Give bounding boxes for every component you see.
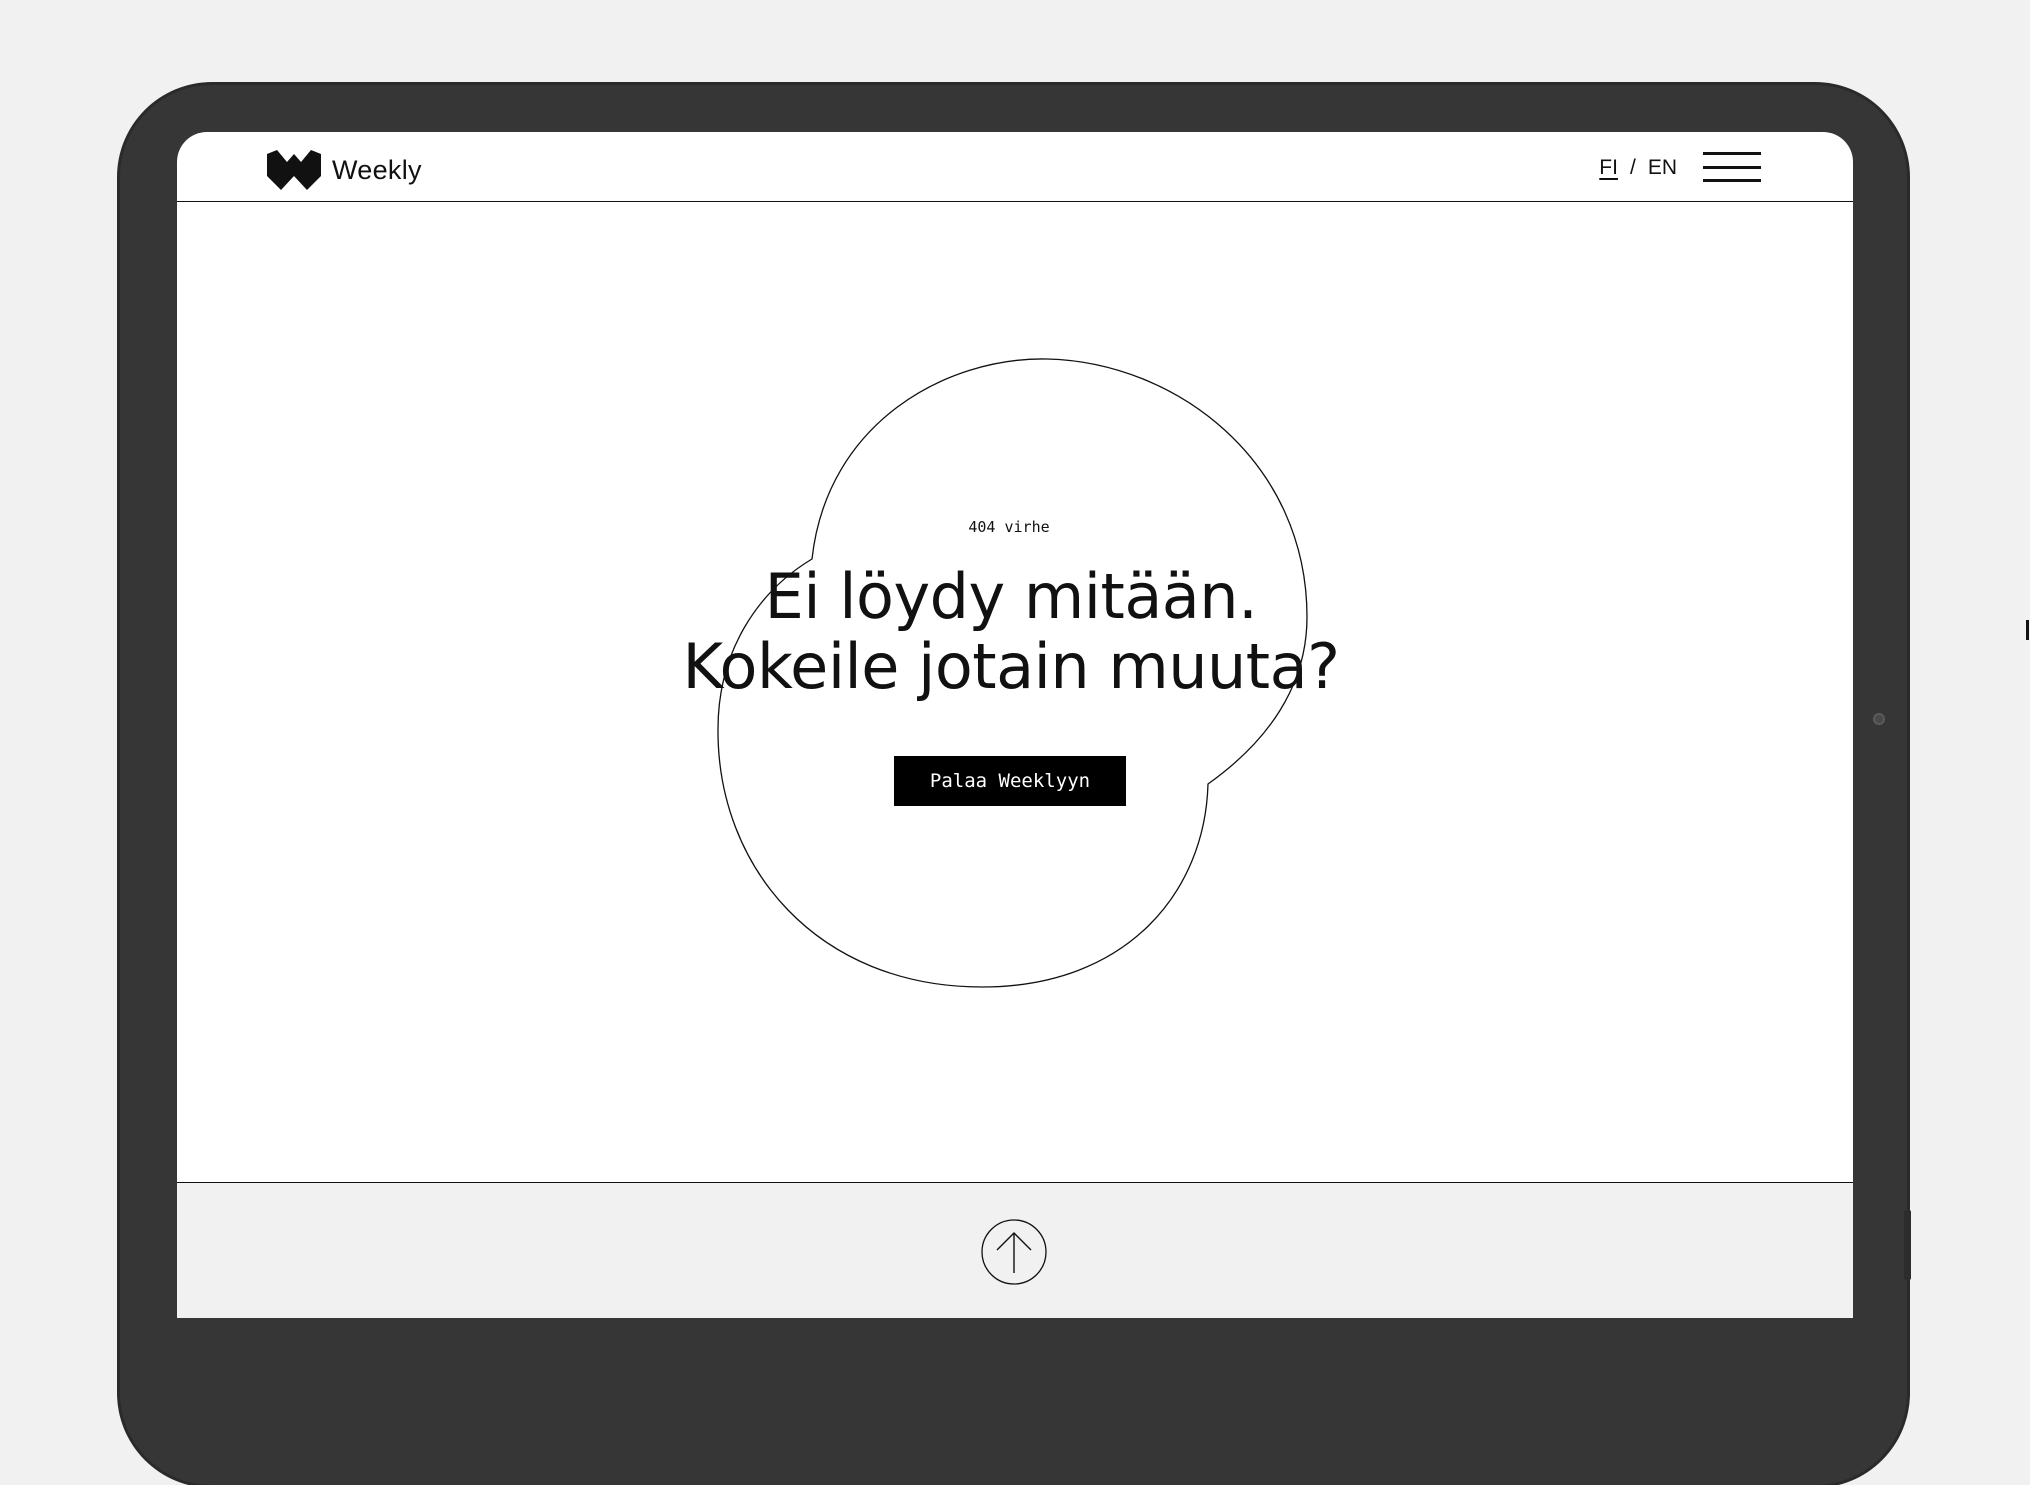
page-title-line-2: Kokeile jotain muuta? xyxy=(682,630,1340,703)
error-code-label: 404 virhe xyxy=(968,518,1050,536)
edge-mark xyxy=(2026,620,2029,640)
back-to-top-icon[interactable] xyxy=(981,1219,1047,1285)
browser-viewport: Weekly FI / EN 404 virhe Ei löydy mitään… xyxy=(177,132,1853,1318)
site-footer xyxy=(177,1182,1853,1318)
tablet-camera xyxy=(1873,713,1885,725)
page-title-line-1: Ei löydy mitään. xyxy=(764,560,1258,633)
tablet-side-button xyxy=(1904,1210,1911,1280)
page-title: Ei löydy mitään. Kokeile jotain muuta? xyxy=(177,562,1853,702)
return-home-button[interactable]: Palaa Weeklyyn xyxy=(894,756,1126,806)
